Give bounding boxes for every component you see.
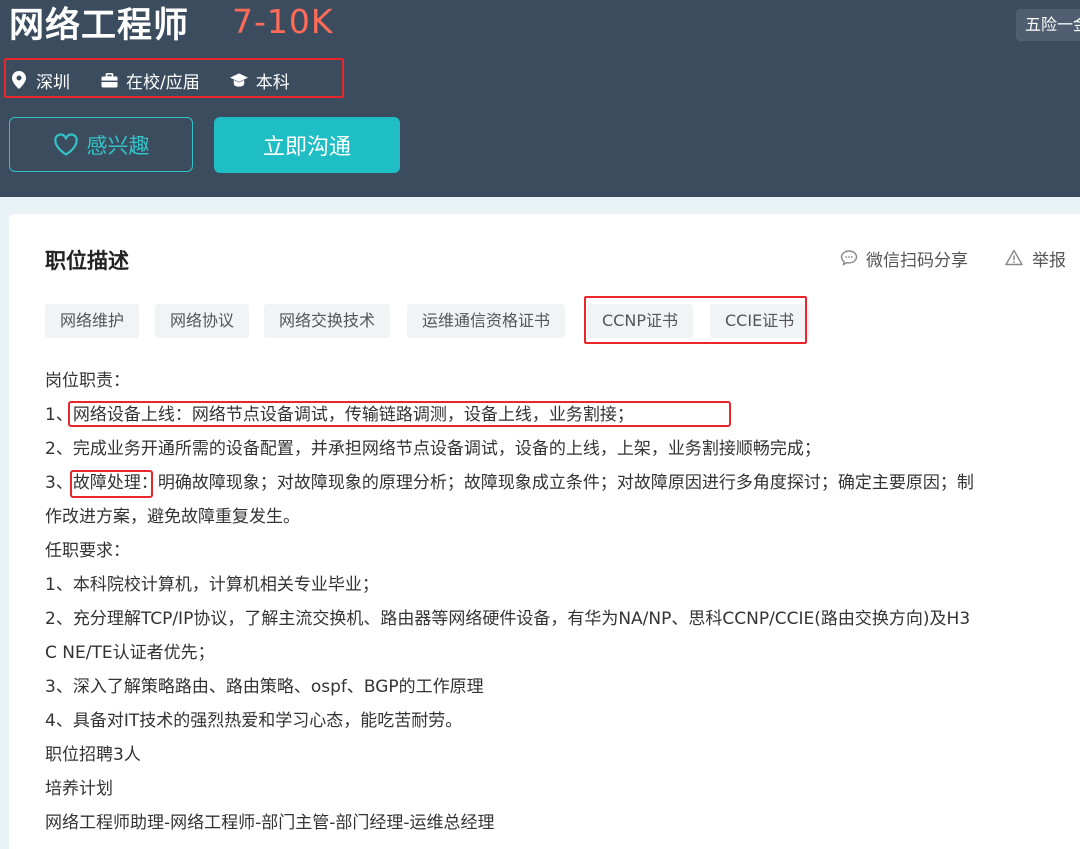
chat-bubble-icon bbox=[840, 249, 858, 267]
highlight-box-tags bbox=[584, 296, 807, 344]
description-line: 作改进方案，避免故障重复发生。 bbox=[45, 507, 300, 527]
job-description-text: 岗位职责： 1、网络设备上线：网络节点设备调试，传输链路调测，设备上线，业务割接… bbox=[45, 364, 1075, 840]
heart-outline-icon bbox=[53, 132, 79, 157]
job-detail-page: 网络工程师 7-10K 五险一金 深圳 在校/应届 本科 bbox=[0, 0, 1080, 849]
warning-triangle-icon bbox=[1005, 249, 1023, 267]
highlight-box-duty-1 bbox=[68, 401, 731, 427]
description-line: 网络工程师助理-网络工程师-部门主管-部门经理-运维总经理 bbox=[45, 813, 495, 833]
job-header: 网络工程师 7-10K 五险一金 深圳 在校/应届 本科 bbox=[0, 0, 1080, 197]
interest-button-label: 感兴趣 bbox=[86, 133, 150, 158]
highlight-box-duty-3 bbox=[70, 470, 153, 498]
section-title: 职位描述 bbox=[45, 249, 129, 273]
description-line: 3、深入了解策略路由、路由策略、ospf、BGP的工作原理 bbox=[45, 677, 484, 697]
report-label: 举报 bbox=[1032, 250, 1066, 271]
description-line: 任职要求： bbox=[45, 541, 130, 561]
description-line: 培养计划 bbox=[45, 779, 113, 799]
job-title: 网络工程师 bbox=[9, 6, 190, 46]
description-line: 4、具备对IT技术的强烈热爱和学习心态，能吃苦耐劳。 bbox=[45, 711, 463, 731]
wechat-share-link[interactable]: 微信扫码分享 bbox=[840, 244, 968, 272]
report-link[interactable]: 举报 bbox=[1005, 244, 1066, 272]
salary-range: 7-10K bbox=[232, 2, 334, 41]
description-line: 1、本科院校计算机，计算机相关专业毕业； bbox=[45, 575, 379, 595]
description-line: 2、充分理解TCP/IP协议，了解主流交换机、路由器等网络硬件设备，有华为NA/… bbox=[45, 609, 971, 629]
highlight-box-meta bbox=[4, 58, 344, 98]
description-line: 2、完成业务开通所需的设备配置，并承担网络节点设备调试，设备的上线，上架，业务割… bbox=[45, 439, 821, 459]
chat-now-button-label: 立即沟通 bbox=[262, 135, 351, 160]
skill-tag[interactable]: 网络维护 bbox=[45, 304, 140, 338]
skill-tag[interactable]: 运维通信资格证书 bbox=[407, 304, 566, 338]
wechat-share-label: 微信扫码分享 bbox=[866, 250, 968, 271]
skill-tag[interactable]: 网络交换技术 bbox=[264, 304, 391, 338]
chat-now-button[interactable]: 立即沟通 bbox=[214, 117, 400, 173]
description-line: 岗位职责： bbox=[45, 371, 130, 391]
description-line: 3、故障处理：明确故障现象；对故障现象的原理分析；故障现象成立条件；对故障原因进… bbox=[45, 473, 974, 493]
benefit-tag: 五险一金 bbox=[1016, 9, 1080, 41]
description-line: 职位招聘3人 bbox=[45, 745, 141, 765]
description-line: C NE/TE认证者优先； bbox=[45, 643, 215, 663]
skill-tag[interactable]: 网络协议 bbox=[155, 304, 250, 338]
interest-button[interactable]: 感兴趣 bbox=[9, 117, 193, 172]
